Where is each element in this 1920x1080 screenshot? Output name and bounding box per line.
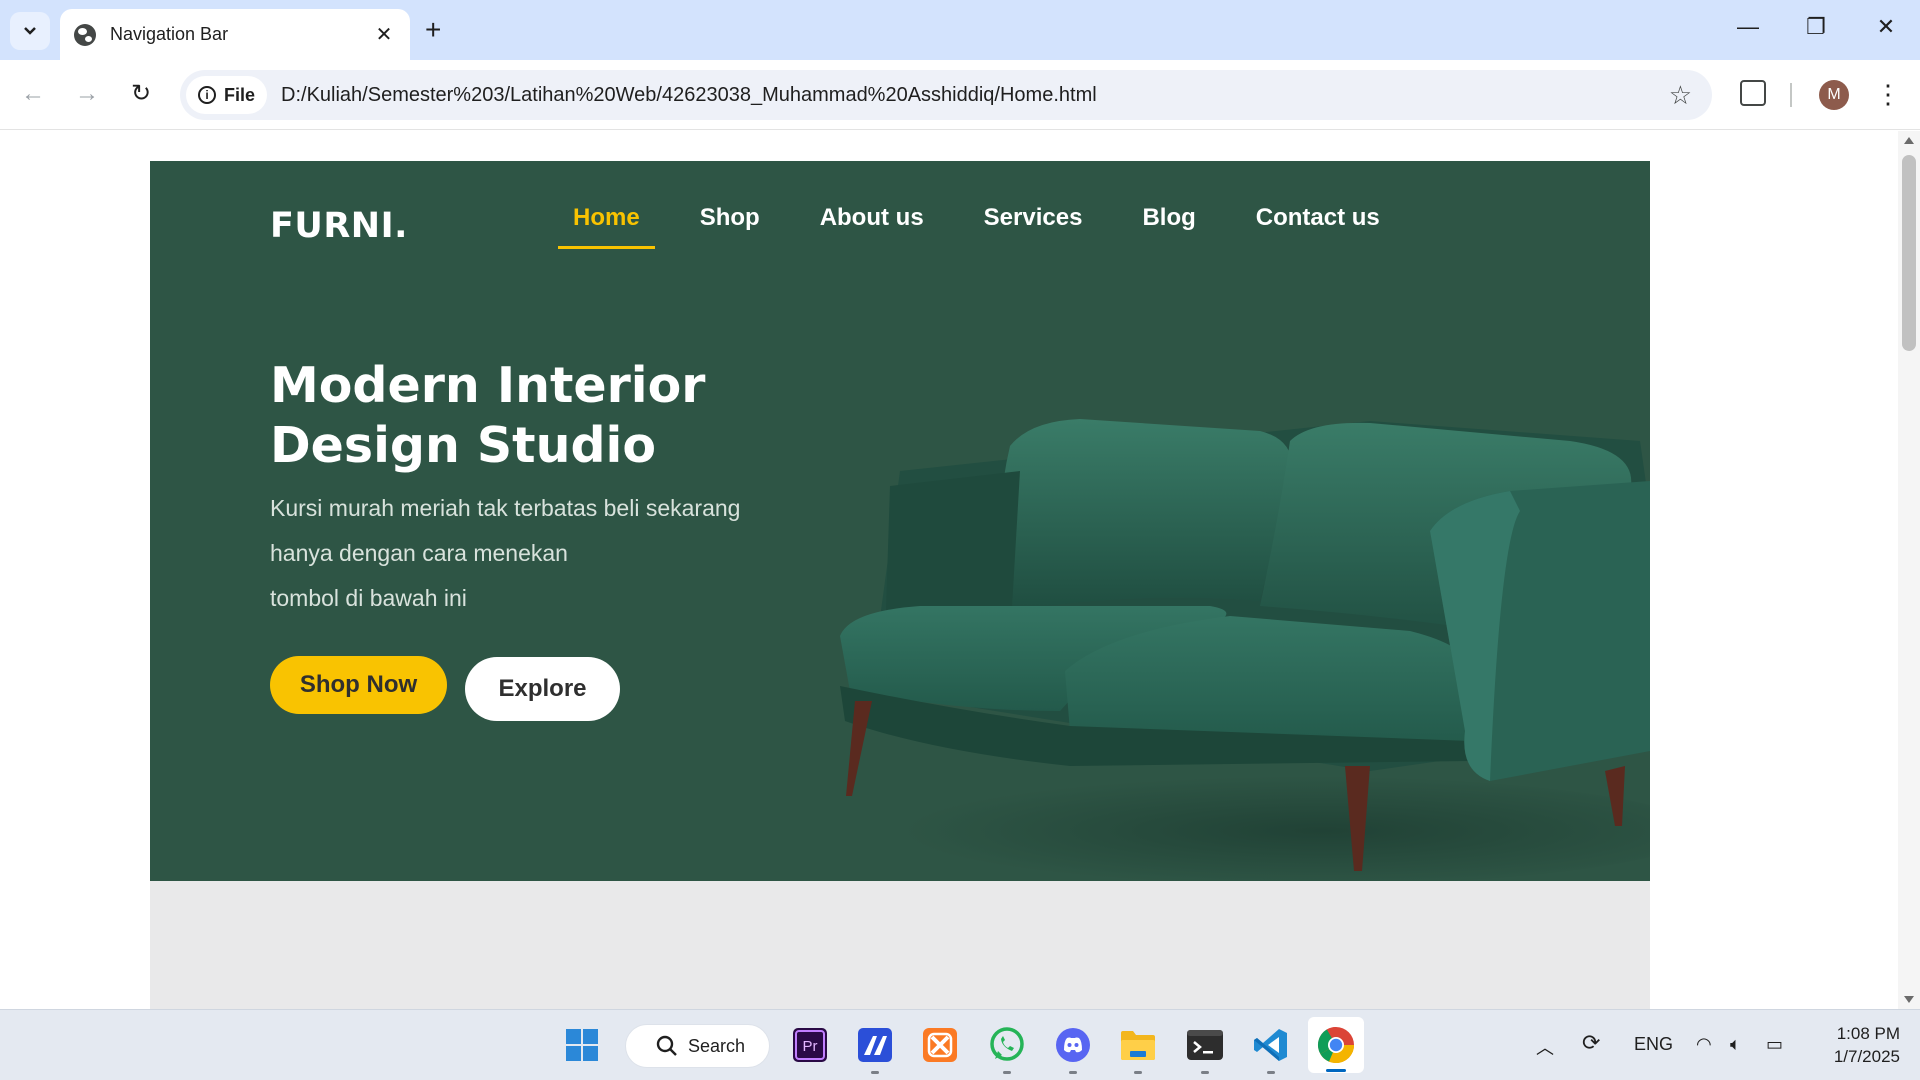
- file-explorer-icon: [1121, 1031, 1155, 1060]
- tab-title: Navigation Bar: [110, 24, 229, 44]
- address-bar[interactable]: i File D:/Kuliah/Semester%203/Latihan%20…: [180, 70, 1712, 120]
- back-button[interactable]: ←: [16, 80, 50, 108]
- profile-avatar[interactable]: M: [1819, 80, 1849, 110]
- clock-date: 1/7/2025: [1833, 1047, 1900, 1066]
- premiere-icon: Pr: [793, 1028, 827, 1062]
- scroll-thumb[interactable]: [1902, 155, 1916, 351]
- content-section: [150, 881, 1650, 1009]
- nav-blog[interactable]: Blog: [1127, 204, 1210, 249]
- svg-text:Pr: Pr: [803, 1038, 818, 1055]
- hero-desc-line-3: tombol di bawah ini: [270, 585, 467, 611]
- toolbar-divider: [1790, 83, 1792, 107]
- menu-icon[interactable]: ⋮: [1875, 77, 1901, 111]
- url-text[interactable]: D:/Kuliah/Semester%203/Latihan%20Web/426…: [281, 84, 1669, 107]
- taskbar-vscode[interactable]: [1251, 1025, 1291, 1074]
- search-icon: [656, 1035, 677, 1056]
- explore-button[interactable]: Explore: [465, 657, 620, 721]
- close-window-button[interactable]: ✕: [1866, 14, 1906, 40]
- page-scrollbar[interactable]: [1898, 131, 1920, 1009]
- nav-home[interactable]: Home: [558, 204, 655, 249]
- volume-icon[interactable]: 🔈︎: [1730, 1034, 1741, 1055]
- hero-section: FURNI. Home Shop About us Services Blog …: [150, 161, 1650, 881]
- taskbar-discord[interactable]: [1053, 1025, 1093, 1074]
- taskbar-file-explorer[interactable]: [1118, 1025, 1158, 1074]
- discord-icon: [1056, 1028, 1090, 1062]
- nav-shop[interactable]: Shop: [685, 204, 775, 249]
- hero-desc-line-2: hanya dengan cara menekan: [270, 540, 568, 566]
- taskbar-xampp[interactable]: [920, 1025, 960, 1065]
- reload-button[interactable]: ↻: [124, 80, 158, 108]
- restore-button[interactable]: ❐: [1796, 14, 1836, 40]
- tab-strip: Navigation Bar ✕ + — ❐ ✕: [0, 0, 1920, 60]
- wifi-icon[interactable]: ◠: [1696, 1034, 1712, 1055]
- nav-about-us[interactable]: About us: [805, 204, 939, 249]
- sync-icon[interactable]: ⟳: [1582, 1030, 1600, 1056]
- search-label: Search: [688, 1035, 746, 1056]
- main-nav: Home Shop About us Services Blog Contact…: [558, 204, 1425, 249]
- vscode-icon: [1254, 1029, 1287, 1061]
- chevron-down-icon: [24, 27, 36, 35]
- hero-desc-line-1: Kursi murah meriah tak terbatas beli sek…: [270, 495, 741, 521]
- whatsapp-icon: [990, 1027, 1024, 1061]
- taskbar-app[interactable]: [855, 1025, 895, 1074]
- site-info-chip[interactable]: i File: [186, 76, 268, 114]
- taskbar-premiere[interactable]: Pr: [790, 1025, 830, 1065]
- taskbar-terminal[interactable]: [1185, 1025, 1225, 1074]
- extensions-icon[interactable]: [1740, 80, 1766, 106]
- new-tab-button[interactable]: +: [425, 16, 441, 44]
- chrome-icon: [1317, 1026, 1354, 1064]
- app-icon: [858, 1028, 892, 1062]
- forward-button[interactable]: →: [70, 80, 104, 108]
- start-button[interactable]: [562, 1025, 602, 1065]
- taskbar-search[interactable]: Search: [625, 1024, 770, 1068]
- windows-start-icon: [566, 1029, 598, 1061]
- nav-services[interactable]: Services: [969, 204, 1098, 249]
- minimize-button[interactable]: —: [1728, 14, 1768, 40]
- clock-time: 1:08 PM: [1836, 1024, 1900, 1043]
- site-chip-label: File: [224, 84, 256, 105]
- hero-description: Kursi murah meriah tak terbatas beli sek…: [270, 486, 810, 621]
- browser-tab[interactable]: Navigation Bar ✕: [60, 9, 410, 60]
- nav-contact-us[interactable]: Contact us: [1241, 204, 1395, 249]
- taskbar-whatsapp[interactable]: [987, 1025, 1027, 1074]
- battery-icon[interactable]: ▭: [1766, 1034, 1783, 1055]
- xampp-icon: [923, 1028, 957, 1062]
- tab-search-button[interactable]: [10, 12, 50, 50]
- browser-toolbar: ← → ↻ i File D:/Kuliah/Semester%203/Lati…: [0, 60, 1920, 130]
- hero-title: Modern Interior Design Studio: [270, 356, 830, 476]
- language-indicator[interactable]: ENG: [1634, 1034, 1673, 1055]
- system-clock[interactable]: 1:08 PM 1/7/2025: [1810, 1022, 1900, 1068]
- windows-taskbar: Search Pr ︿ ⟳ ENG ◠ 🔈︎ ▭ 1:08 PM 1/7/202…: [0, 1009, 1920, 1080]
- info-icon: i: [198, 86, 216, 104]
- terminal-icon: [1187, 1030, 1223, 1060]
- taskbar-chrome[interactable]: [1308, 1017, 1364, 1073]
- hero-title-line-1: Modern Interior: [270, 357, 706, 414]
- tray-chevron-up-icon[interactable]: ︿: [1536, 1034, 1554, 1060]
- shop-now-button[interactable]: Shop Now: [270, 656, 447, 714]
- site-logo[interactable]: FURNI.: [270, 206, 408, 246]
- tab-close-icon[interactable]: ✕: [372, 22, 396, 47]
- globe-icon: [74, 23, 96, 46]
- scroll-down-icon[interactable]: [1904, 996, 1914, 1003]
- hero-title-line-2: Design Studio: [270, 417, 657, 474]
- sofa-image: [840, 419, 1650, 881]
- scroll-up-icon[interactable]: [1904, 137, 1914, 144]
- bookmark-star-icon[interactable]: ☆: [1669, 80, 1692, 111]
- page-viewport: FURNI. Home Shop About us Services Blog …: [0, 131, 1898, 1009]
